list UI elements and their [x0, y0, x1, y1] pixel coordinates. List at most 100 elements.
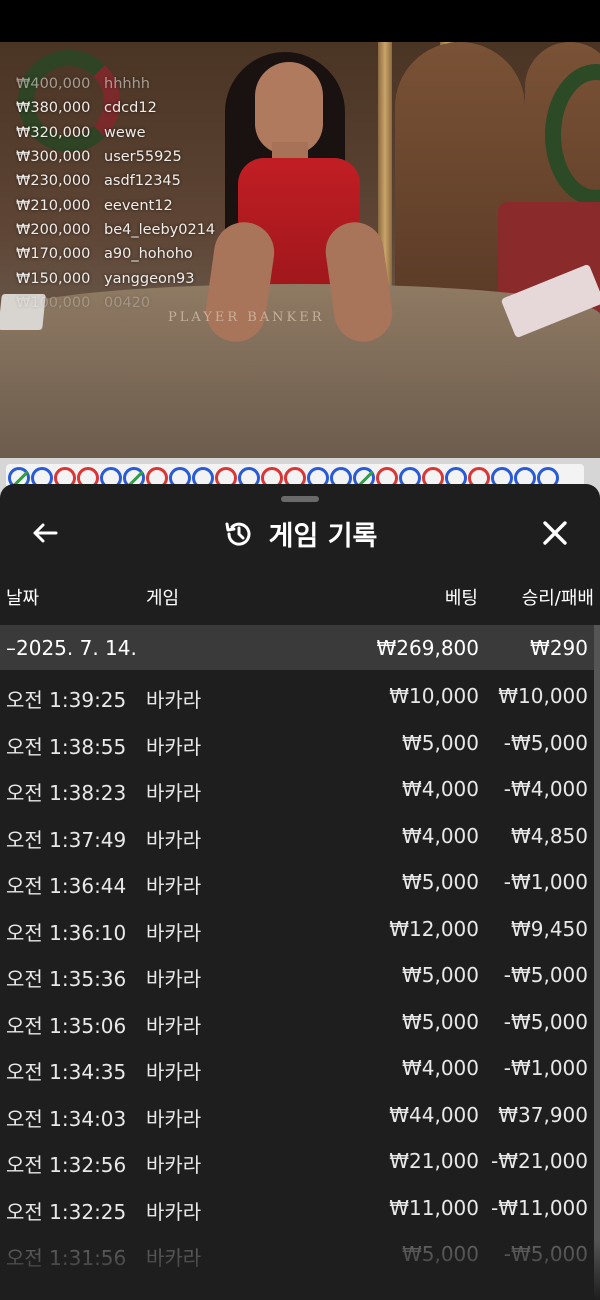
leaderboard-row: ₩200,000 be4_leeby0214 [16, 218, 215, 242]
leaderboard-amount: ₩210,000 [16, 197, 91, 214]
row-time: 오전 1:34:35 [6, 1060, 127, 1084]
leaderboard-amount: ₩230,000 [16, 173, 91, 190]
row-bet: ₩10,000 [389, 684, 479, 708]
history-list: 오전 1:39:25 바카라 ₩10,000 ₩10,000 오전 1:38:55 바카라… [0, 674, 594, 1279]
leaderboard-amount: ₩150,000 [16, 270, 91, 287]
column-game: 게임 [146, 588, 180, 609]
status-bar [0, 0, 600, 42]
row-result: -₩5,000 [503, 1242, 588, 1266]
sheet-title: 게임 기록 [0, 514, 600, 557]
leaderboard-row: ₩100,000 00420 [16, 291, 215, 315]
row-result: -₩5,000 [503, 1009, 588, 1034]
row-result: ₩10,000 [498, 684, 588, 708]
history-row[interactable]: 오전 1:34:35 바카라 ₩4,000 -₩1,000 [0, 1046, 594, 1093]
game-history-sheet: 게임 기록 날짜 게임 베팅 승리/패배 –2025. 7. 14. ₩269,… [0, 484, 600, 1300]
history-row[interactable]: 오전 1:31:56 바카라 ₩5,000 -₩5,000 [0, 1232, 594, 1279]
row-time: 오전 1:36:44 [6, 874, 127, 898]
row-bet: ₩5,000 [401, 963, 479, 987]
row-bet: ₩4,000 [401, 777, 479, 801]
history-row[interactable]: 오전 1:36:44 바카라 ₩5,000 -₩1,000 [0, 860, 594, 907]
row-bet: ₩5,000 [401, 1009, 479, 1034]
row-time: 오전 1:32:56 [6, 1153, 127, 1177]
close-button[interactable] [538, 516, 572, 550]
row-bet: ₩5,000 [401, 730, 479, 755]
row-result: -₩21,000 [491, 1149, 588, 1173]
row-time: 오전 1:31:56 [6, 1246, 127, 1270]
leaderboard-user: hhhhh [104, 76, 150, 93]
leaderboard-user: eevent12 [104, 197, 173, 214]
title-text: 게임 기록 [268, 521, 378, 552]
row-result: -₩5,000 [503, 730, 588, 755]
history-row[interactable]: 오전 1:38:55 바카라 ₩5,000 -₩5,000 [0, 721, 594, 768]
history-row[interactable]: 오전 1:37:49 바카라 ₩4,000 ₩4,850 [0, 814, 594, 861]
leaderboard-amount: ₩380,000 [16, 100, 91, 117]
row-bet: ₩11,000 [389, 1195, 479, 1220]
row-game: 바카라 [146, 1013, 202, 1038]
column-result: 승리/패배 [521, 588, 594, 609]
leaderboard-row: ₩230,000 asdf12345 [16, 169, 215, 193]
row-time: 오전 1:35:36 [6, 967, 127, 991]
leaderboard-user: a90_hohoho [104, 246, 193, 263]
row-result: -₩11,000 [491, 1195, 588, 1220]
date-group-bet-total: ₩269,800 [376, 636, 479, 660]
drag-handle[interactable] [281, 496, 319, 502]
dealer-face [255, 62, 323, 154]
scrollbar[interactable] [594, 625, 600, 1300]
row-bet: ₩21,000 [389, 1149, 479, 1173]
live-dealer-video: PLAYER BANKER ₩400,000 hhhhh ₩380,000 cdcd1… [0, 42, 600, 458]
row-time: 오전 1:39:25 [6, 688, 127, 712]
row-game: 바카라 [146, 781, 202, 805]
row-result: -₩1,000 [503, 1056, 588, 1080]
leaderboard-amount: ₩200,000 [16, 221, 91, 238]
leaderboard-amount: ₩100,000 [16, 294, 91, 311]
row-time: 오전 1:34:03 [6, 1106, 127, 1131]
leaderboard-user: yanggeon93 [104, 270, 195, 287]
leaderboard-row: ₩170,000 a90_hohoho [16, 242, 215, 266]
row-game: 바카라 [146, 967, 202, 991]
row-result: -₩1,000 [503, 870, 588, 894]
date-group-label: –2025. 7. 14. [6, 636, 137, 660]
row-result: ₩9,450 [510, 916, 588, 941]
history-row[interactable]: 오전 1:32:56 바카라 ₩21,000 -₩21,000 [0, 1139, 594, 1186]
row-game: 바카라 [146, 1153, 202, 1177]
row-result: ₩37,900 [498, 1102, 588, 1127]
row-result: ₩4,850 [510, 823, 588, 848]
leaderboard-row: ₩300,000 user55925 [16, 145, 215, 169]
row-time: 오전 1:38:23 [6, 781, 127, 805]
row-time: 오전 1:32:25 [6, 1199, 127, 1224]
row-bet: ₩5,000 [401, 1242, 479, 1266]
history-row[interactable]: 오전 1:35:36 바카라 ₩5,000 -₩5,000 [0, 953, 594, 1000]
leaderboard-amount: ₩170,000 [16, 246, 91, 263]
leaderboard-amount: ₩320,000 [16, 124, 91, 141]
leaderboard-user: wewe [104, 124, 146, 141]
row-bet: ₩4,000 [401, 1056, 479, 1080]
row-game: 바카라 [146, 920, 202, 945]
history-row[interactable]: 오전 1:36:10 바카라 ₩12,000 ₩9,450 [0, 907, 594, 954]
leaderboard-amount: ₩400,000 [16, 76, 91, 93]
leaderboard-row: ₩380,000 cdcd12 [16, 96, 215, 120]
row-game: 바카라 [146, 1060, 202, 1084]
column-date: 날짜 [6, 588, 40, 609]
row-result: -₩4,000 [503, 777, 588, 801]
history-row[interactable]: 오전 1:39:25 바카라 ₩10,000 ₩10,000 [0, 674, 594, 721]
history-row[interactable]: 오전 1:34:03 바카라 ₩44,000 ₩37,900 [0, 1093, 594, 1140]
leaderboard-user: be4_leeby0214 [104, 221, 216, 238]
history-row[interactable]: 오전 1:35:06 바카라 ₩5,000 -₩5,000 [0, 1000, 594, 1047]
date-group-result-total: ₩290 [530, 636, 588, 660]
history-icon [225, 522, 251, 546]
winners-leaderboard: ₩400,000 hhhhh ₩380,000 cdcd12 ₩320,000 wewe ₩… [16, 72, 215, 315]
row-game: 바카라 [146, 1246, 202, 1270]
row-game: 바카라 [146, 734, 202, 759]
history-row[interactable]: 오전 1:38:23 바카라 ₩4,000 -₩4,000 [0, 767, 594, 814]
row-bet: ₩12,000 [389, 916, 479, 941]
row-game: 바카라 [146, 688, 202, 712]
leaderboard-row: ₩400,000 hhhhh [16, 72, 215, 96]
leaderboard-user: asdf12345 [104, 173, 181, 190]
row-game: 바카라 [146, 1106, 202, 1131]
row-time: 오전 1:38:55 [6, 734, 127, 759]
row-bet: ₩44,000 [389, 1102, 479, 1127]
date-group-row[interactable]: –2025. 7. 14. ₩269,800 ₩290 [0, 625, 594, 670]
leaderboard-row: ₩210,000 eevent12 [16, 193, 215, 217]
leaderboard-user: user55925 [104, 149, 182, 166]
history-row[interactable]: 오전 1:32:25 바카라 ₩11,000 -₩11,000 [0, 1186, 594, 1233]
